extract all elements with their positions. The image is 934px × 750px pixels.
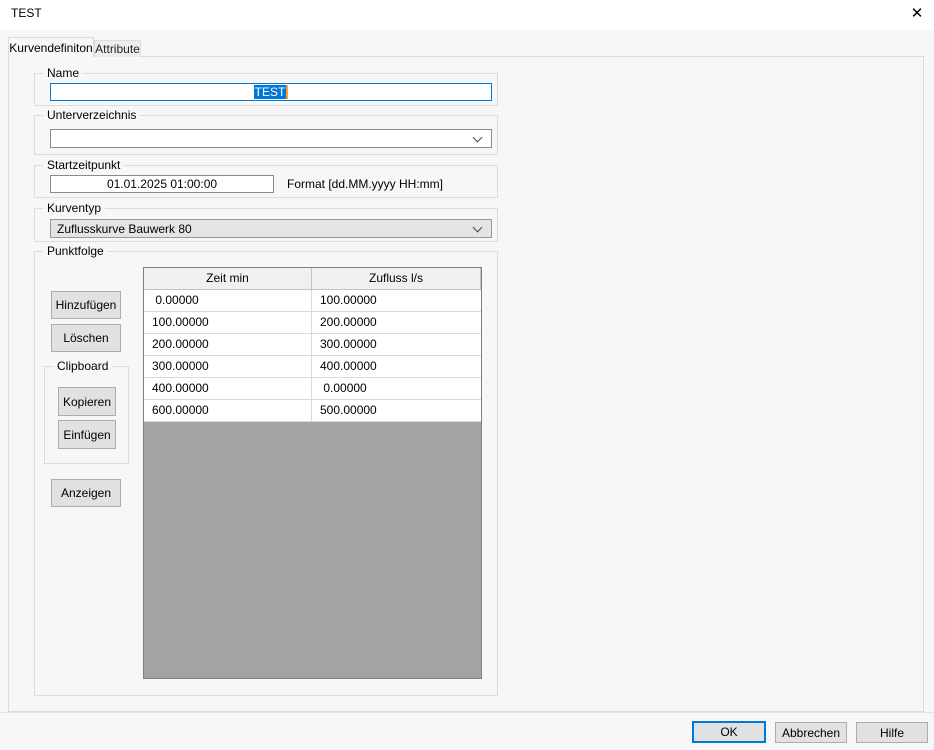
table-empty-area: [144, 422, 481, 678]
kopieren-button[interactable]: Kopieren: [58, 387, 116, 416]
kurventyp-combobox[interactable]: Zuflusskurve Bauwerk 80: [50, 219, 492, 238]
punktfolge-group: Punktfolge Hinzufügen Löschen Clipboard …: [34, 244, 498, 696]
name-input-selected-text: TEST: [253, 85, 287, 99]
name-group: Name TEST: [34, 66, 498, 106]
cell-zeit[interactable]: 600.00000: [144, 400, 312, 422]
cell-zufluss[interactable]: 100.00000: [312, 290, 481, 312]
tab-kurvendefiniton[interactable]: Kurvendefiniton: [8, 37, 94, 57]
chevron-down-icon: [472, 222, 483, 232]
name-input[interactable]: TEST: [50, 83, 492, 101]
tab-page-kurvendefiniton: Name TEST Unterverzeichnis Startzeitpunk…: [8, 56, 924, 712]
cell-zeit[interactable]: 300.00000: [144, 356, 312, 378]
clipboard-group: Clipboard Kopieren Einfügen: [44, 359, 129, 464]
table-row: 400.00000 0.00000: [144, 378, 481, 400]
loeschen-button[interactable]: Löschen: [51, 324, 121, 352]
text-caret: [286, 85, 289, 99]
hilfe-button[interactable]: Hilfe: [856, 722, 928, 743]
kurventyp-value: Zuflusskurve Bauwerk 80: [57, 221, 192, 236]
table-row: 100.00000 200.00000: [144, 312, 481, 334]
abbrechen-button[interactable]: Abbrechen: [775, 722, 847, 743]
cell-zufluss[interactable]: 500.00000: [312, 400, 481, 422]
table-row: 600.00000 500.00000: [144, 400, 481, 422]
hinzufuegen-button[interactable]: Hinzufügen: [51, 291, 121, 319]
chevron-down-icon: [472, 132, 483, 142]
startzeitpunkt-group: Startzeitpunkt 01.01.2025 01:00:00 Forma…: [34, 158, 498, 198]
ok-button[interactable]: OK: [692, 721, 766, 743]
clipboard-group-label: Clipboard: [53, 359, 113, 373]
anzeigen-button[interactable]: Anzeigen: [51, 479, 121, 507]
table-row: 0.00000 100.00000: [144, 290, 481, 312]
close-icon[interactable]: ✕: [904, 1, 930, 25]
einfuegen-button[interactable]: Einfügen: [58, 420, 116, 449]
cell-zeit[interactable]: 400.00000: [144, 378, 312, 400]
cell-zufluss[interactable]: 300.00000: [312, 334, 481, 356]
table-row: 200.00000 300.00000: [144, 334, 481, 356]
kurventyp-group-label: Kurventyp: [43, 201, 106, 215]
unterverzeichnis-group: Unterverzeichnis: [34, 108, 498, 155]
startzeitpunkt-group-label: Startzeitpunkt: [43, 158, 125, 172]
table-header-row: Zeit min Zufluss l/s: [144, 268, 481, 290]
startzeitpunkt-value: 01.01.2025 01:00:00: [106, 177, 218, 191]
format-hint-label: Format [dd.MM.yyyy HH:mm]: [287, 177, 444, 191]
points-table: Zeit min Zufluss l/s 0.00000 100.00000 1…: [143, 267, 482, 679]
footer-divider: [0, 712, 934, 713]
window-title: TEST: [11, 6, 42, 20]
tab-attribute[interactable]: Attribute: [94, 40, 141, 57]
cell-zeit[interactable]: 100.00000: [144, 312, 312, 334]
punktfolge-group-label: Punktfolge: [43, 244, 108, 258]
cell-zufluss[interactable]: 0.00000: [312, 378, 481, 400]
name-group-label: Name: [43, 66, 84, 80]
unterverzeichnis-combobox[interactable]: [50, 129, 492, 148]
table-row: 300.00000 400.00000: [144, 356, 481, 378]
column-header-zeit: Zeit min: [144, 268, 312, 290]
cell-zeit[interactable]: 0.00000: [144, 290, 312, 312]
cell-zeit[interactable]: 200.00000: [144, 334, 312, 356]
startzeitpunkt-input[interactable]: 01.01.2025 01:00:00: [50, 175, 274, 193]
cell-zufluss[interactable]: 200.00000: [312, 312, 481, 334]
title-bar: TEST ✕: [0, 0, 934, 30]
cell-zufluss[interactable]: 400.00000: [312, 356, 481, 378]
kurventyp-group: Kurventyp Zuflusskurve Bauwerk 80: [34, 201, 498, 242]
column-header-zufluss: Zufluss l/s: [312, 268, 481, 290]
unterverzeichnis-group-label: Unterverzeichnis: [43, 108, 141, 122]
